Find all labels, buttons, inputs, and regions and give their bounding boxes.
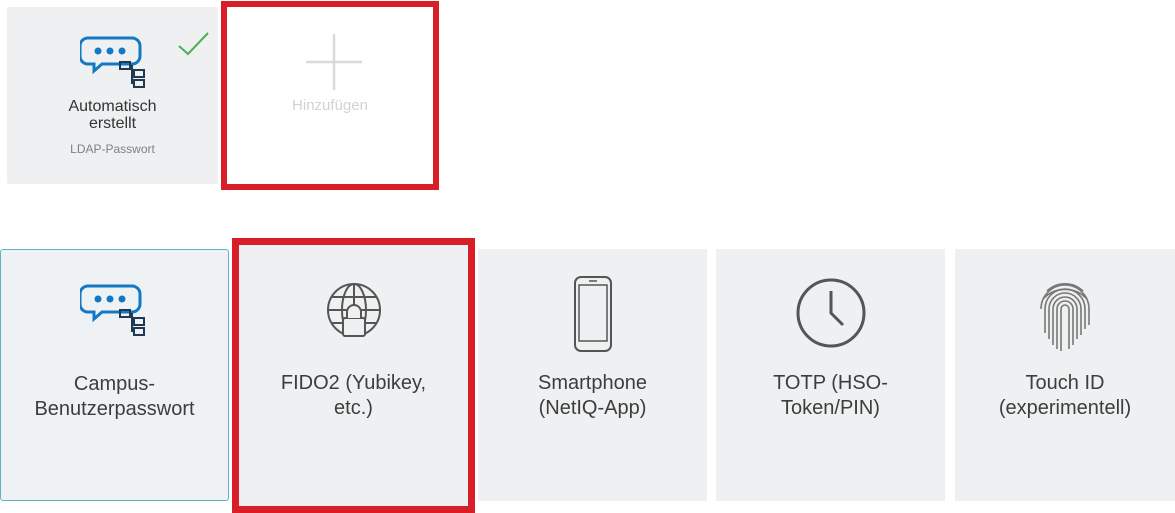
method-card-fido2[interactable]: FIDO2 (Yubikey, etc.): [232, 238, 475, 513]
password-chat-network-icon: [79, 284, 145, 336]
method-label: FIDO2 (Yubikey, etc.): [280, 372, 427, 419]
fingerprint-icon: [1040, 282, 1090, 351]
method-card-smartphone[interactable]: Smartphone (NetIQ-App): [478, 249, 707, 501]
method-card-touch-id[interactable]: Touch ID (experimentell): [955, 249, 1175, 501]
globe-lock-icon: [326, 283, 381, 337]
plus-icon: [306, 34, 362, 90]
add-method-label: Hinzufügen: [292, 97, 368, 114]
method-card-campus-password[interactable]: Campus- Benutzerpasswort: [0, 249, 229, 501]
method-label: Campus- Benutzerpasswort: [34, 373, 195, 420]
enrolled-method-subtitle: LDAP-Passwort: [70, 142, 155, 156]
method-label: TOTP (HSO- Token/PIN): [773, 372, 888, 419]
password-chat-network-icon: [80, 36, 145, 88]
method-label: Touch ID (experimentell): [998, 372, 1132, 419]
smartphone-icon: [573, 276, 612, 352]
method-label: Smartphone (NetIQ-App): [538, 372, 647, 419]
enrolled-method-title: Automatisch erstellt: [68, 98, 157, 132]
clock-icon: [796, 278, 865, 348]
method-card-totp[interactable]: TOTP (HSO- Token/PIN): [716, 249, 945, 501]
enrolled-method-card[interactable]: Automatisch erstellt LDAP-Passwort: [7, 7, 218, 184]
add-method-button[interactable]: Hinzufügen: [221, 1, 439, 190]
checkmark-icon: [178, 32, 209, 56]
